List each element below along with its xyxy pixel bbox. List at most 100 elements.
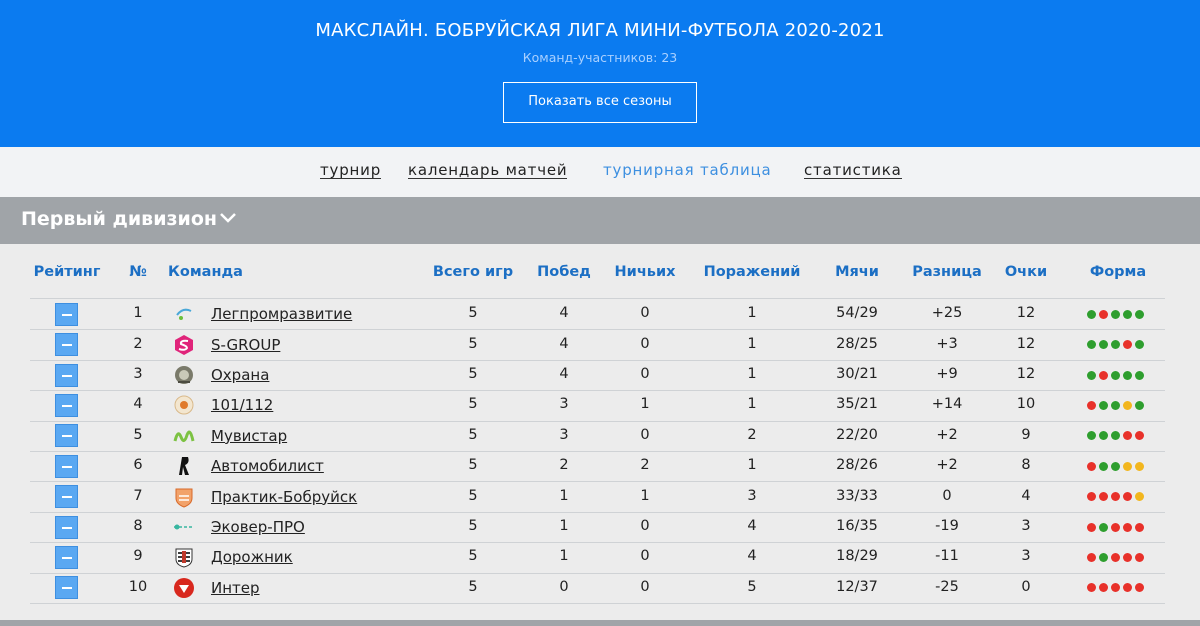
row-divider bbox=[30, 572, 1165, 574]
tournament-nav: турнир календарь матчей турнирная таблиц… bbox=[0, 147, 1200, 197]
win-dot bbox=[1099, 522, 1108, 532]
team-link[interactable]: 101/112 bbox=[211, 396, 273, 414]
row-goals: 28/26 bbox=[836, 457, 878, 474]
row-diff: +2 bbox=[936, 457, 958, 474]
row-number: 6 bbox=[133, 457, 143, 474]
row-draws: 0 bbox=[640, 366, 650, 382]
row-goals: 54/29 bbox=[836, 305, 878, 322]
loss-dot bbox=[1123, 583, 1132, 593]
rating-minus-button[interactable] bbox=[55, 333, 78, 357]
header-losses: Поражений bbox=[703, 264, 801, 280]
loss-dot bbox=[1099, 492, 1108, 502]
okhrana-logo bbox=[173, 364, 195, 386]
form-indicator bbox=[1087, 309, 1144, 319]
row-number: 5 bbox=[133, 426, 143, 443]
form-indicator bbox=[1087, 583, 1144, 593]
row-losses: 5 bbox=[747, 578, 757, 595]
row-goals: 18/29 bbox=[836, 548, 878, 565]
row-wins: 1 bbox=[559, 548, 569, 565]
draw-dot bbox=[1135, 461, 1144, 471]
rating-minus-button[interactable] bbox=[55, 393, 78, 417]
row-diff: +2 bbox=[936, 426, 958, 443]
division-selector[interactable]: Первый дивизион bbox=[0, 197, 1200, 244]
rating-minus-button[interactable] bbox=[55, 545, 78, 569]
loss-dot bbox=[1123, 431, 1132, 441]
team-link[interactable]: Дорожник bbox=[211, 548, 293, 566]
row-games: 5 bbox=[468, 457, 478, 474]
row-diff: +9 bbox=[936, 366, 958, 382]
team-link[interactable]: Легпромразвитие bbox=[211, 305, 352, 323]
win-dot bbox=[1099, 461, 1108, 471]
row-diff: +3 bbox=[936, 335, 958, 352]
row-diff: 0 bbox=[942, 487, 952, 504]
loss-dot bbox=[1087, 492, 1096, 502]
row-losses: 2 bbox=[747, 426, 757, 443]
division-title: Первый дивизион bbox=[21, 208, 218, 230]
row-games: 5 bbox=[468, 396, 478, 413]
inter-logo bbox=[173, 577, 195, 599]
loss-dot bbox=[1099, 583, 1108, 593]
row-goals: 28/25 bbox=[836, 335, 878, 352]
win-dot bbox=[1087, 340, 1096, 350]
win-dot bbox=[1087, 370, 1096, 380]
form-indicator bbox=[1087, 522, 1144, 532]
tab-standings[interactable]: турнирная таблица bbox=[603, 162, 772, 179]
loss-dot bbox=[1099, 309, 1108, 319]
win-dot bbox=[1087, 309, 1096, 319]
tab-tournament[interactable]: турнир bbox=[320, 162, 382, 179]
row-number: 9 bbox=[133, 548, 143, 565]
row-wins: 1 bbox=[559, 518, 569, 534]
show-all-seasons-button[interactable]: Показать все сезоны bbox=[503, 82, 697, 123]
rating-minus-button[interactable] bbox=[55, 424, 78, 448]
row-losses: 1 bbox=[747, 457, 757, 474]
header-goals: Мячи bbox=[835, 264, 879, 280]
row-losses: 4 bbox=[747, 548, 757, 565]
row-games: 5 bbox=[468, 518, 478, 534]
win-dot bbox=[1135, 400, 1144, 410]
praktik-logo bbox=[173, 486, 195, 508]
team-link[interactable]: Интер bbox=[211, 579, 260, 597]
win-dot bbox=[1111, 309, 1120, 319]
team-link[interactable]: S-GROUP bbox=[211, 336, 280, 354]
form-indicator bbox=[1087, 492, 1144, 502]
team-link[interactable]: Практик-Бобруйск bbox=[211, 488, 357, 506]
loss-dot bbox=[1123, 522, 1132, 532]
row-number: 2 bbox=[133, 335, 143, 352]
rating-minus-button[interactable] bbox=[55, 302, 78, 326]
rating-minus-button[interactable] bbox=[55, 576, 78, 600]
form-indicator bbox=[1087, 340, 1144, 350]
tab-statistics[interactable]: статистика bbox=[804, 162, 902, 179]
avtomobilist-logo bbox=[173, 455, 195, 477]
rating-minus-button[interactable] bbox=[55, 454, 78, 478]
row-goals: 16/35 bbox=[836, 518, 878, 534]
row-diff: +25 bbox=[931, 305, 963, 322]
header-games: Всего игр bbox=[432, 264, 514, 280]
form-indicator bbox=[1087, 370, 1144, 380]
win-dot bbox=[1111, 461, 1120, 471]
form-indicator bbox=[1087, 400, 1144, 410]
form-indicator bbox=[1087, 552, 1144, 562]
row-points: 12 bbox=[1016, 335, 1036, 352]
row-divider bbox=[30, 390, 1165, 392]
team-link[interactable]: Охрана bbox=[211, 366, 269, 384]
rating-minus-button[interactable] bbox=[55, 363, 78, 387]
row-points: 12 bbox=[1016, 366, 1036, 382]
row-divider bbox=[30, 451, 1165, 452]
row-draws: 0 bbox=[640, 548, 650, 565]
loss-dot bbox=[1111, 492, 1120, 502]
teams-count: Команд-участников: 23 bbox=[522, 50, 678, 65]
team-link[interactable]: Эковер-ПРО bbox=[211, 518, 305, 536]
row-goals: 30/21 bbox=[836, 366, 878, 382]
rating-minus-button[interactable] bbox=[55, 515, 78, 539]
row-points: 3 bbox=[1021, 518, 1031, 534]
loss-dot bbox=[1087, 583, 1096, 593]
draw-dot bbox=[1135, 492, 1144, 502]
header-team: Команда bbox=[168, 264, 243, 280]
row-divider bbox=[30, 511, 1165, 513]
tab-calendar[interactable]: календарь матчей bbox=[408, 162, 568, 179]
row-wins: 3 bbox=[559, 396, 569, 413]
team-link[interactable]: Мувистар bbox=[211, 427, 287, 445]
team-link[interactable]: Автомобилист bbox=[211, 457, 324, 475]
rating-minus-button[interactable] bbox=[55, 485, 78, 509]
chevron-down-icon[interactable] bbox=[219, 211, 237, 225]
